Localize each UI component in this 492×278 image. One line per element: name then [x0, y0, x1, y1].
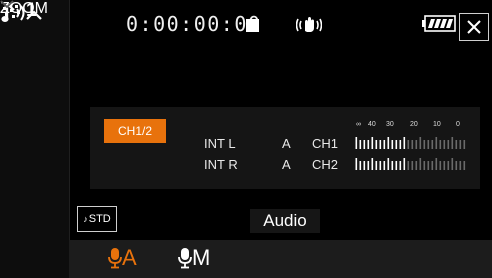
- screen-title: Audio: [250, 209, 320, 233]
- input-label: INT R: [204, 157, 238, 172]
- meter-segment: [395, 161, 398, 170]
- meter-segment: [463, 161, 466, 170]
- meter-segment: [395, 140, 398, 149]
- meter-segment: [411, 161, 414, 170]
- meter-segment: [407, 161, 410, 170]
- meter-segment: [443, 140, 446, 149]
- scale-label: 40: [368, 121, 376, 128]
- meter-segment: [403, 158, 406, 170]
- meter-segment: [447, 161, 450, 170]
- note-icon: ♪: [83, 214, 88, 224]
- manual-level-button[interactable]: M: [178, 245, 210, 271]
- meter-segment: [387, 137, 390, 149]
- manual-level-label: M: [192, 245, 211, 270]
- scale-label: ∞: [356, 121, 361, 128]
- meter-segment: [371, 137, 374, 149]
- chevron-down-icon[interactable]: [0, 0, 14, 8]
- input-label: INT L: [204, 136, 236, 151]
- meter-segment: [375, 140, 378, 149]
- meter-segment: [431, 161, 434, 170]
- meter-segment: [415, 140, 418, 149]
- meter-segment: [363, 140, 366, 149]
- auto-level-label: A: [122, 245, 137, 270]
- meter-segment: [379, 140, 382, 149]
- scale-label: 10: [433, 121, 441, 128]
- microphone-icon: [108, 248, 122, 269]
- meter-segment: [423, 140, 426, 149]
- meter-segment: [419, 158, 422, 170]
- meter-segment: [415, 161, 418, 170]
- level-meter-ch1: [355, 137, 466, 149]
- meter-segment: [375, 161, 378, 170]
- meter-segment: [391, 140, 394, 149]
- meter-segment: [359, 140, 362, 149]
- channel-label: CH2: [312, 157, 339, 172]
- meter-segment: [431, 140, 434, 149]
- standard-audio-button[interactable]: ♪ STD: [77, 206, 117, 232]
- meter-segment: [359, 161, 362, 170]
- stop-icon: [246, 19, 259, 32]
- channel-select-button[interactable]: CH1/2: [104, 119, 166, 143]
- meter-segment: [459, 161, 462, 170]
- meter-segment: [463, 140, 466, 149]
- image-stabilizer-icon: [296, 17, 322, 32]
- meter-segment: [399, 161, 402, 170]
- scale-label: 30: [386, 121, 394, 128]
- channel-label: CH1: [312, 136, 339, 151]
- meter-segment: [363, 161, 366, 170]
- mode-label: A: [282, 157, 291, 172]
- level-meter-ch2: [355, 158, 466, 170]
- meter-segment: [427, 161, 430, 170]
- standard-label: STD: [88, 213, 111, 225]
- scale-label: 20: [410, 121, 418, 128]
- meter-segment: [435, 158, 438, 170]
- meter-segment: [407, 140, 410, 149]
- meter-segment: [427, 140, 430, 149]
- meter-segment: [419, 137, 422, 149]
- meter-segment: [451, 137, 454, 149]
- meter-segment: [455, 140, 458, 149]
- meter-segment: [455, 161, 458, 170]
- meter-segment: [367, 140, 370, 149]
- meter-segment: [443, 161, 446, 170]
- meter-segment: [435, 137, 438, 149]
- sidebar: [0, 0, 70, 278]
- timecode: 0:00:00:00: [126, 12, 262, 36]
- meter-segment: [459, 140, 462, 149]
- close-button[interactable]: [459, 13, 489, 41]
- meter-segment: [439, 161, 442, 170]
- scale-label: 0: [456, 121, 460, 128]
- microphone-icon: [178, 248, 192, 269]
- meter-segment: [355, 158, 358, 170]
- meter-segment: [387, 158, 390, 170]
- battery-icon: [422, 15, 456, 32]
- meter-segment: [403, 137, 406, 149]
- meter-segment: [383, 140, 386, 149]
- meter-segment: [371, 158, 374, 170]
- meter-segment: [411, 140, 414, 149]
- meter-segment: [379, 161, 382, 170]
- auto-level-button[interactable]: A: [108, 245, 137, 271]
- meter-segment: [383, 161, 386, 170]
- mode-label: A: [282, 136, 291, 151]
- meter-segment: [391, 161, 394, 170]
- meter-segment: [423, 161, 426, 170]
- meter-segment: [451, 158, 454, 170]
- meter-segment: [399, 140, 402, 149]
- meter-segment: [367, 161, 370, 170]
- meter-segment: [439, 140, 442, 149]
- meter-segment: [447, 140, 450, 149]
- meter-segment: [355, 137, 358, 149]
- close-icon: [467, 20, 481, 34]
